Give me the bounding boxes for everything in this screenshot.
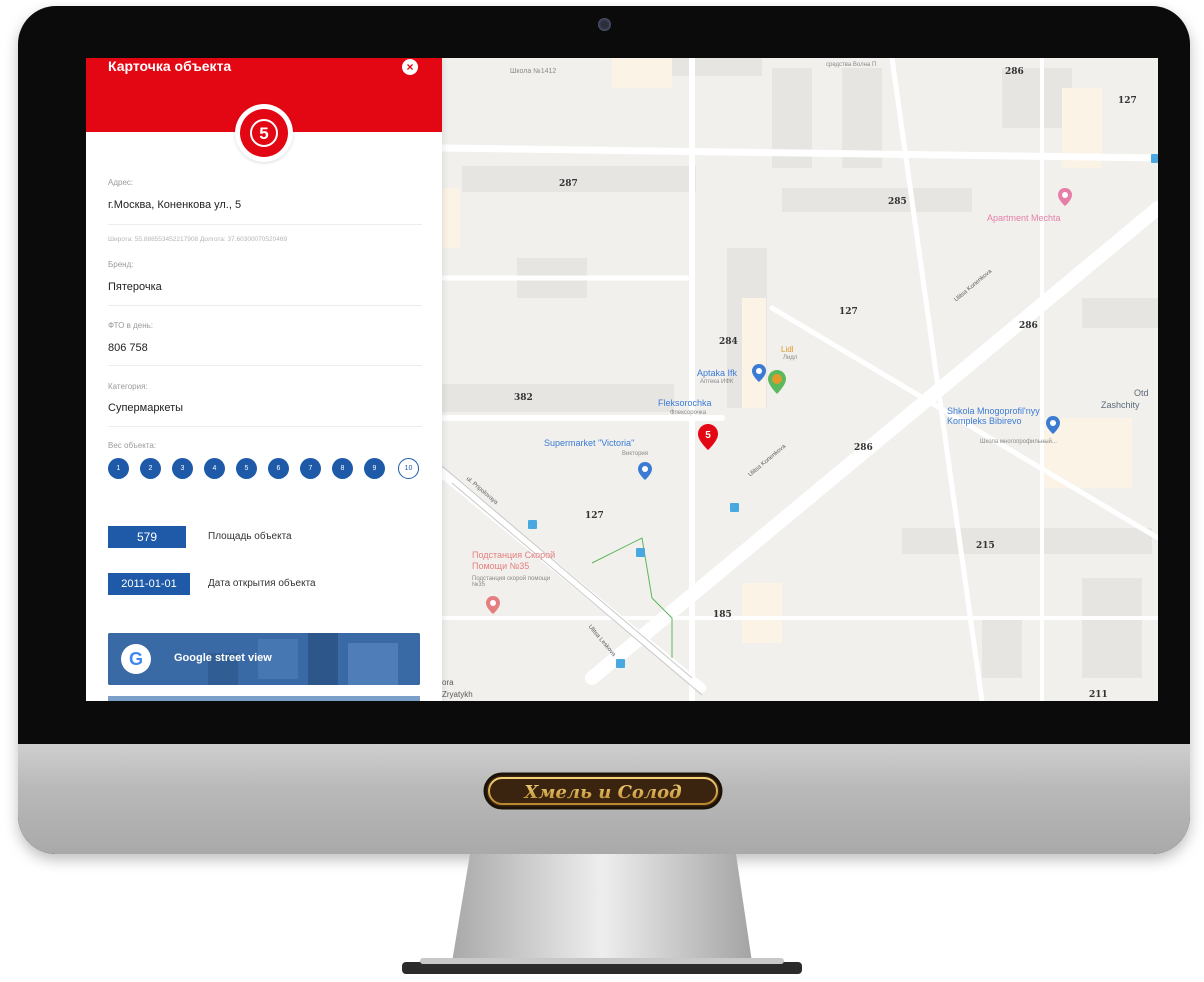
poi-school-top: Школа №1412 [510,68,557,75]
school-pin-icon[interactable] [1046,416,1060,434]
bus-stop-icon[interactable] [528,520,537,529]
divider [108,305,422,306]
fto-value: 806 758 [108,342,148,354]
building-number: 127 [585,511,604,521]
weight-option[interactable]: 2 [140,458,161,479]
poi-bottom-left-2: Zryatykh [442,690,473,699]
poi-otd: Otd [1134,388,1149,398]
opening-date-label: Дата открытия объекта [208,578,316,589]
svg-text:Хмель и Солод: Хмель и Солод [523,782,681,803]
weight-option[interactable]: 6 [268,458,289,479]
google-icon: G [121,644,151,674]
building-number: 286 [1005,67,1024,77]
screen: 286 127 287 285 127 284 286 382 286 127 … [86,58,1158,701]
weight-option[interactable]: 3 [172,458,193,479]
poi-lidl[interactable]: Lidl [781,345,793,354]
poi-lidl-sub: Лидл [783,355,798,361]
weight-option[interactable]: 1 [108,458,129,479]
weight-selector: 1 2 3 4 5 6 7 8 9 10 [108,458,428,482]
weight-option[interactable]: 4 [204,458,225,479]
close-icon: × [406,60,414,74]
weight-option[interactable]: 9 [364,458,385,479]
fto-label: ФТО в день: [108,321,154,330]
building-number: 215 [976,541,995,551]
divider [108,224,422,225]
weight-option[interactable]: 5 [236,458,257,479]
poi-apteka-sub: Аптека ИФК [700,379,734,385]
supermarket-pin-icon[interactable] [638,462,652,480]
ambulance-pin-icon[interactable] [486,596,500,614]
poi-shkola-sub: Школа многопрофильный... [980,439,1057,445]
poi-podstancia-sub: Подстанция скорой помощи №35 [472,576,551,588]
pyaterochka-marker-icon[interactable]: 5 [698,424,718,450]
area-value: 579 [108,526,186,548]
pink-pin-icon[interactable] [1058,188,1072,206]
address-label: Адрес: [108,178,134,187]
poi-apartment[interactable]: Apartment Mechta [987,213,1061,223]
brand-label: Бренд: [108,260,134,269]
brand-logo: 5 [235,104,293,162]
building-number: 127 [839,307,858,317]
poi-zashchity: Zashchity [1101,400,1140,410]
divider [108,365,422,366]
street-view-label: Google street view [174,652,272,664]
poi-supermarket-sub: Виктория [622,451,649,457]
divider [108,426,422,427]
building-number: 127 [1118,96,1137,106]
poi-services-top: средства Волна П [826,62,877,68]
building-number: 211 [1089,690,1108,700]
weight-option[interactable]: 7 [300,458,321,479]
map[interactable]: 286 127 287 285 127 284 286 382 286 127 … [442,58,1158,701]
svg-text:5: 5 [259,124,268,143]
brand-value: Пятерочка [108,281,162,293]
building-number: 287 [559,179,578,189]
poi-fleksorochka-sub: Флексорочка [670,410,707,416]
address-value: г.Москва, Коненкова ул., 5 [108,199,242,211]
lidl-pin-icon[interactable] [768,370,786,394]
weight-option-selected[interactable]: 10 [398,458,419,479]
poi-apteka[interactable]: Aptaka Ifk [697,368,737,378]
building-number: 286 [854,443,873,453]
poi-bottom-left: ora [442,678,454,687]
close-button[interactable]: × [402,59,418,75]
building-number: 286 [1019,321,1038,331]
opening-date-value: 2011-01-01 [108,573,190,595]
hmel-i-solod-logo: Хмель и Солод [483,772,723,810]
bus-stop-icon[interactable] [1151,154,1158,163]
panel-next-section [108,696,420,701]
building-number: 284 [719,337,738,347]
bus-stop-icon[interactable] [616,659,625,668]
bus-stop-icon[interactable] [636,548,645,557]
building-number: 185 [713,610,732,620]
monitor-frame: Хмель и Солод 286 127 287 285 127 284 28… [18,6,1190,854]
svg-text:5: 5 [705,430,711,441]
area-label: Площадь объекта [208,531,292,542]
category-label: Категория: [108,382,148,391]
bus-stop-icon[interactable] [730,503,739,512]
weight-option[interactable]: 8 [332,458,353,479]
pharmacy-pin-icon[interactable] [752,364,766,382]
building-number: 382 [514,393,533,403]
category-value: Супермаркеты [108,402,184,414]
object-card-panel: Карточка объекта × 5 Адрес: г.Москва, Ко… [86,58,442,701]
panel-title: Карточка объекта [108,58,232,74]
google-street-view-button[interactable]: G Google street view [108,633,420,685]
coordinates: Широта: 55.888553452217908 Долгота: 37.6… [108,236,288,243]
map-canvas[interactable] [442,58,1158,701]
camera-icon [598,18,611,31]
poi-podstancia[interactable]: Подстанция Скорой Помощи №35 [472,550,592,572]
poi-fleksorochka[interactable]: Fleksorochka [658,398,712,408]
pyaterochka-logo-icon: 5 [250,119,278,147]
building-number: 285 [888,197,907,207]
poi-supermarket[interactable]: Supermarket "Victoria" [544,438,634,448]
weight-label: Вес объекта: [108,441,157,450]
